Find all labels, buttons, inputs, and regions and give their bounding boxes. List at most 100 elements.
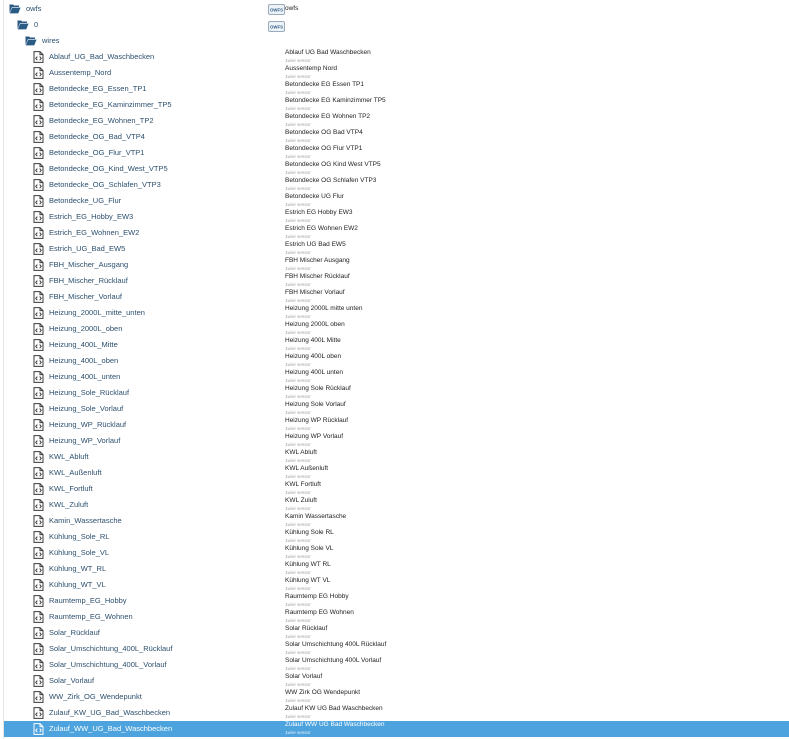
sensor-name: Betondecke_OG_Kind_West_VTP5 [49, 164, 168, 173]
sensor-type: 1wire sensor [285, 234, 311, 239]
sensor-row[interactable]: FBH_Mischer_Vorlauf FBH Mischer Vorlauf … [4, 289, 789, 305]
sensor-row[interactable]: Zulauf_KW_UG_Bad_Waschbecken Zulauf KW U… [4, 705, 789, 721]
sensor-row[interactable]: Ablauf_UG_Bad_Waschbecken Ablauf UG Bad … [4, 49, 789, 65]
sensor-row[interactable]: Heizung_400L_Mitte Heizung 400L Mitte 1w… [4, 337, 789, 353]
sensor-description: FBH Mischer Ausgang [285, 257, 350, 264]
sensor-row[interactable]: Betondecke_EG_Essen_TP1 Betondecke EG Es… [4, 81, 789, 97]
sensor-row[interactable]: Estrich_UG_Bad_EW5 Estrich UG Bad EW5 1w… [4, 241, 789, 257]
tree-node-owfs[interactable]: owfs OWFS owfs [4, 1, 789, 17]
sensor-row[interactable]: Raumtemp_EG_Hobby Raumtemp EG Hobby 1wir… [4, 593, 789, 609]
folder-open-icon [17, 20, 29, 30]
sensor-row[interactable]: Heizung_2000L_mitte_unten Heizung 2000L … [4, 305, 789, 321]
sensor-description: Heizung 2000L oben [285, 321, 345, 328]
sensor-type: 1wire sensor [285, 570, 311, 575]
sensor-type: 1wire sensor [285, 90, 311, 95]
sensor-row[interactable]: Heizung_400L_unten Heizung 400L unten 1w… [4, 369, 789, 385]
sensor-type: 1wire sensor [285, 186, 311, 191]
sensor-description: Betondecke EG Kaminzimmer TP5 [285, 97, 386, 104]
sensor-row[interactable]: Betondecke_OG_Flur_VTP1 Betondecke OG Fl… [4, 145, 789, 161]
sensor-row[interactable]: Betondecke_EG_Kaminzimmer_TP5 Betondecke… [4, 97, 789, 113]
file-code-icon [33, 659, 44, 671]
tree-node-label: wires [42, 36, 60, 45]
sensor-name: Solar_Umschichtung_400L_Rücklauf [49, 644, 173, 653]
sensor-row[interactable]: Estrich_EG_Hobby_EW3 Estrich EG Hobby EW… [4, 209, 789, 225]
file-code-icon [33, 195, 44, 207]
sensor-name: Heizung_WP_Rücklauf [49, 420, 127, 429]
file-code-icon [33, 499, 44, 511]
sensor-name: Raumtemp_EG_Wohnen [49, 612, 133, 621]
sensor-description: Raumtemp EG Hobby [285, 593, 349, 600]
sensor-description: Betondecke EG Essen TP1 [285, 81, 365, 88]
sensor-description: Estrich UG Bad EW5 [285, 241, 346, 248]
sensor-row[interactable]: Heizung_Sole_Rücklauf Heizung Sole Rückl… [4, 385, 789, 401]
sensor-name: Betondecke_OG_Flur_VTP1 [49, 148, 145, 157]
sensor-type: 1wire sensor [285, 394, 311, 399]
file-code-icon [33, 643, 44, 655]
sensor-row[interactable]: Heizung_2000L_oben Heizung 2000L oben 1w… [4, 321, 789, 337]
sensor-row[interactable]: Heizung_WP_Vorlauf Heizung WP Vorlauf 1w… [4, 433, 789, 449]
sensor-row[interactable]: KWL_Abluft KWL Abluft 1wire sensor [4, 449, 789, 465]
sensor-type: 1wire sensor [285, 266, 311, 271]
file-code-icon [33, 403, 44, 415]
file-code-icon [33, 611, 44, 623]
tree-view: owfs OWFS owfs 0 OWFS wires Ablauf_UG_Ba… [3, 0, 789, 739]
sensor-name: KWL_Fortluft [49, 484, 93, 493]
sensor-row[interactable]: Solar_Vorlauf Solar Vorlauf 1wire sensor [4, 673, 789, 689]
owfs-logo-icon: OWFS [268, 4, 285, 15]
file-code-icon [33, 99, 44, 111]
sensor-row[interactable]: FBH_Mischer_Rücklauf FBH Mischer Rücklau… [4, 273, 789, 289]
file-code-icon [33, 435, 44, 447]
sensor-row[interactable]: Kühlung_WT_VL Kühlung WT VL 1wire sensor [4, 577, 789, 593]
sensor-name: Kühlung_Sole_VL [49, 548, 110, 557]
sensor-name: Betondecke_OG_Schlafen_VTP3 [49, 180, 161, 189]
sensor-row[interactable]: FBH_Mischer_Ausgang FBH Mischer Ausgang … [4, 257, 789, 273]
file-code-icon [33, 51, 44, 63]
sensor-row[interactable]: Kamin_Wassertasche Kamin Wassertasche 1w… [4, 513, 789, 529]
sensor-type: 1wire sensor [285, 362, 311, 367]
file-code-icon [33, 547, 44, 559]
sensor-row[interactable]: Solar_Umschichtung_400L_Vorlauf Solar Um… [4, 657, 789, 673]
tree-node-wires[interactable]: wires [4, 33, 789, 49]
sensor-name: Betondecke_EG_Kaminzimmer_TP5 [49, 100, 172, 109]
sensor-row[interactable]: Betondecke_EG_Wohnen_TP2 Betondecke EG W… [4, 113, 789, 129]
sensor-row[interactable]: KWL_Zuluft KWL Zuluft 1wire sensor [4, 497, 789, 513]
sensor-type: 1wire sensor [285, 74, 311, 79]
sensor-row[interactable]: Estrich_EG_Wohnen_EW2 Estrich EG Wohnen … [4, 225, 789, 241]
sensor-type: 1wire sensor [285, 106, 311, 111]
sensor-type: 1wire sensor [285, 490, 311, 495]
sensor-row[interactable]: KWL_Fortluft KWL Fortluft 1wire sensor [4, 481, 789, 497]
sensor-name: Heizung_400L_unten [49, 372, 121, 381]
sensor-row[interactable]: KWL_Außenluft KWL Außenluft 1wire sensor [4, 465, 789, 481]
sensor-name: Heizung_2000L_mitte_unten [49, 308, 145, 317]
tree-node-bus-0[interactable]: 0 OWFS [4, 17, 789, 33]
sensor-description: KWL Zuluft [285, 497, 317, 504]
sensor-row[interactable]: Kühlung_Sole_RL Kühlung Sole RL 1wire se… [4, 529, 789, 545]
sensor-row[interactable]: Betondecke_OG_Kind_West_VTP5 Betondecke … [4, 161, 789, 177]
sensor-row[interactable]: Kühlung_Sole_VL Kühlung Sole VL 1wire se… [4, 545, 789, 561]
sensor-row[interactable]: Betondecke_UG_Flur Betondecke UG Flur 1w… [4, 193, 789, 209]
tree-node-label: 0 [34, 20, 39, 29]
sensor-description: Solar Umschichtung 400L Rücklauf [285, 641, 387, 648]
sensor-description: Heizung 2000L mitte unten [285, 305, 363, 312]
sensor-row[interactable]: Raumtemp_EG_Wohnen Raumtemp EG Wohnen 1w… [4, 609, 789, 625]
sensor-type: 1wire sensor [285, 58, 311, 63]
sensor-row[interactable]: Heizung_Sole_Vorlauf Heizung Sole Vorlau… [4, 401, 789, 417]
sensor-description: Betondecke OG Kind West VTP5 [285, 161, 381, 168]
sensor-row[interactable]: Kühlung_WT_RL Kühlung WT RL 1wire sensor [4, 561, 789, 577]
sensor-type: 1wire sensor [285, 138, 311, 143]
sensor-row[interactable]: Zulauf_WW_UG_Bad_Waschbecken Zulauf WW U… [4, 721, 789, 737]
sensor-description: Solar Rücklauf [285, 625, 328, 632]
sensor-name: Kühlung_Sole_RL [49, 532, 110, 541]
sensor-row[interactable]: Solar_Umschichtung_400L_Rücklauf Solar U… [4, 641, 789, 657]
sensor-description: Heizung WP Vorlauf [285, 433, 344, 440]
sensor-row[interactable]: Aussentemp_Nord Aussentemp Nord 1wire se… [4, 65, 789, 81]
file-code-icon [33, 227, 44, 239]
sensor-name: Heizung_WP_Vorlauf [49, 436, 121, 445]
sensor-row[interactable]: Heizung_400L_oben Heizung 400L oben 1wir… [4, 353, 789, 369]
sensor-row[interactable]: Betondecke_OG_Schlafen_VTP3 Betondecke O… [4, 177, 789, 193]
file-code-icon [33, 291, 44, 303]
sensor-row[interactable]: WW_Zirk_OG_Wendepunkt WW Zirk OG Wendepu… [4, 689, 789, 705]
sensor-row[interactable]: Betondecke_OG_Bad_VTP4 Betondecke OG Bad… [4, 129, 789, 145]
sensor-row[interactable]: Heizung_WP_Rücklauf Heizung WP Rücklauf … [4, 417, 789, 433]
sensor-row[interactable]: Solar_Rücklauf Solar Rücklauf 1wire sens… [4, 625, 789, 641]
